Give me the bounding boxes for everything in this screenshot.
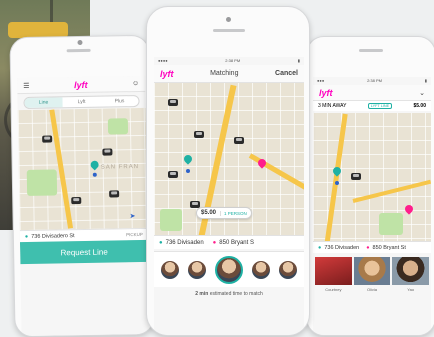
driver-avatar	[187, 260, 206, 279]
highway	[323, 113, 348, 241]
park	[107, 118, 129, 135]
dropoff-pin-icon	[403, 203, 415, 215]
route-row[interactable]: ● 736 Divisaden ● 850 Bryant S	[154, 235, 304, 249]
dropoff-address: 850 Bryant St	[372, 244, 406, 251]
matched-driver-avatar	[214, 255, 243, 284]
pickup-pin-icon	[88, 159, 101, 171]
chevron-down-icon[interactable]: ⌄	[419, 89, 425, 97]
map[interactable]: SAN FRAN ➤	[17, 107, 148, 231]
car-icon	[42, 135, 53, 143]
driver-avatar	[279, 260, 298, 279]
driver-thumbnails: Courtney Olivia Yao	[313, 257, 431, 292]
driver-photo: Yao	[392, 257, 430, 292]
car-icon	[168, 99, 178, 106]
car-icon	[71, 197, 82, 205]
page-title: Matching	[210, 70, 239, 77]
speaker	[359, 49, 383, 52]
lyft-logo: lyft	[160, 68, 174, 79]
left-navbar: ☰ lyft ☺	[17, 75, 146, 95]
driver-name: Yao	[407, 287, 415, 292]
center-phone: ●●●● 2:38 PM ▮ lyft Matching Cancel $5.0…	[146, 6, 310, 336]
fare-estimate-pill[interactable]: $5.00 1 PERSON	[196, 207, 252, 219]
fare-price: $5.00	[201, 210, 217, 216]
dropoff-marker-icon: ●	[212, 239, 217, 246]
pickup-marker-icon: ●	[159, 239, 163, 246]
driver-avatar	[160, 260, 179, 279]
fare-people: 1 PERSON	[220, 210, 247, 216]
highway	[248, 153, 304, 193]
status-bar: ●●● 2:38 PM ▮	[317, 78, 427, 83]
status-bar: ●●●● 2:38 PM ▮	[158, 58, 300, 63]
car-icon	[109, 190, 120, 198]
pickup-marker-icon: ●	[318, 244, 322, 251]
left-screen: ☰ lyft ☺ Line Lyft Plus SAN FRAN ➤ ● 736…	[17, 75, 150, 337]
current-location-dot	[186, 169, 190, 173]
ride-type-tabs: Line Lyft Plus	[23, 94, 140, 110]
pickup-address: 736 Divisaden	[165, 239, 204, 246]
center-screen: ●●●● 2:38 PM ▮ lyft Matching Cancel $5.0…	[154, 57, 304, 335]
driver-avatar	[252, 260, 271, 279]
speaker	[213, 29, 245, 32]
driver-name: Courtney	[325, 287, 342, 292]
eta-caption: estimated time to match	[209, 291, 263, 297]
tab-line[interactable]: Line	[24, 97, 63, 108]
right-navbar: lyft ⌄	[313, 85, 431, 101]
cancel-button[interactable]: Cancel	[275, 70, 298, 77]
route-row[interactable]: ● 736 Divisaden ● 850 Bryant St	[313, 241, 431, 253]
driver-photo: Olivia	[353, 257, 391, 292]
map-label: SAN FRAN	[100, 164, 140, 171]
away-text: 3 MIN AWAY	[318, 103, 347, 109]
profile-icon[interactable]: ☺	[132, 80, 139, 87]
right-screen: ●●● 2:38 PM ▮ lyft ⌄ 3 MIN AWAY LYFT LIN…	[313, 77, 431, 335]
dropoff-marker-icon: ●	[366, 244, 370, 251]
car-icon	[234, 137, 244, 144]
pickup-address: 736 Divisadero St	[31, 232, 75, 240]
map[interactable]: $5.00 1 PERSON	[154, 83, 304, 235]
center-navbar: lyft Matching Cancel	[154, 65, 304, 83]
left-phone: ☰ lyft ☺ Line Lyft Plus SAN FRAN ➤ ● 736…	[9, 34, 155, 337]
ride-badge: LYFT LINE	[367, 103, 393, 109]
current-location-dot	[92, 172, 97, 177]
camera	[226, 17, 231, 22]
lyft-logo: lyft	[73, 79, 88, 90]
fare-price: $5.00	[413, 103, 426, 109]
car-icon	[102, 148, 113, 156]
park	[26, 169, 58, 196]
current-location-dot	[335, 181, 339, 185]
eta-text: 2 min estimated time to match	[154, 291, 304, 297]
tab-plus[interactable]: Plus	[100, 96, 138, 107]
right-phone: ●●● 2:38 PM ▮ lyft ⌄ 3 MIN AWAY LYFT LIN…	[306, 36, 434, 336]
location-arrow-icon[interactable]: ➤	[129, 212, 135, 220]
dropoff-address: 850 Bryant S	[219, 239, 254, 246]
status-time: 2:38 PM	[225, 58, 241, 63]
pickup-address: 736 Divisaden	[324, 244, 360, 251]
driver-matching-strip	[154, 251, 304, 287]
pickup-pin-icon	[182, 153, 194, 165]
tab-lyft[interactable]: Lyft	[62, 97, 100, 108]
speaker	[66, 48, 91, 53]
car-icon	[194, 131, 204, 138]
pickup-marker-icon: ●	[24, 233, 29, 240]
car-icon	[351, 173, 361, 180]
menu-icon[interactable]: ☰	[23, 81, 29, 89]
status-time: 2:38 PM	[367, 78, 382, 83]
eta-minutes: 2 min	[195, 291, 209, 297]
trip-info-bar: 3 MIN AWAY LYFT LINE $5.00	[313, 101, 431, 111]
pickup-action: PICKUP	[126, 231, 143, 238]
car-icon	[168, 171, 178, 178]
map[interactable]	[313, 113, 431, 241]
park	[160, 209, 182, 231]
lyft-logo: lyft	[319, 87, 333, 98]
driver-car-photo: Courtney	[315, 257, 352, 292]
highway	[352, 179, 431, 203]
request-line-button[interactable]: Request Line	[19, 239, 149, 265]
camera	[77, 39, 83, 46]
driver-name: Olivia	[367, 287, 378, 292]
park	[379, 213, 403, 235]
